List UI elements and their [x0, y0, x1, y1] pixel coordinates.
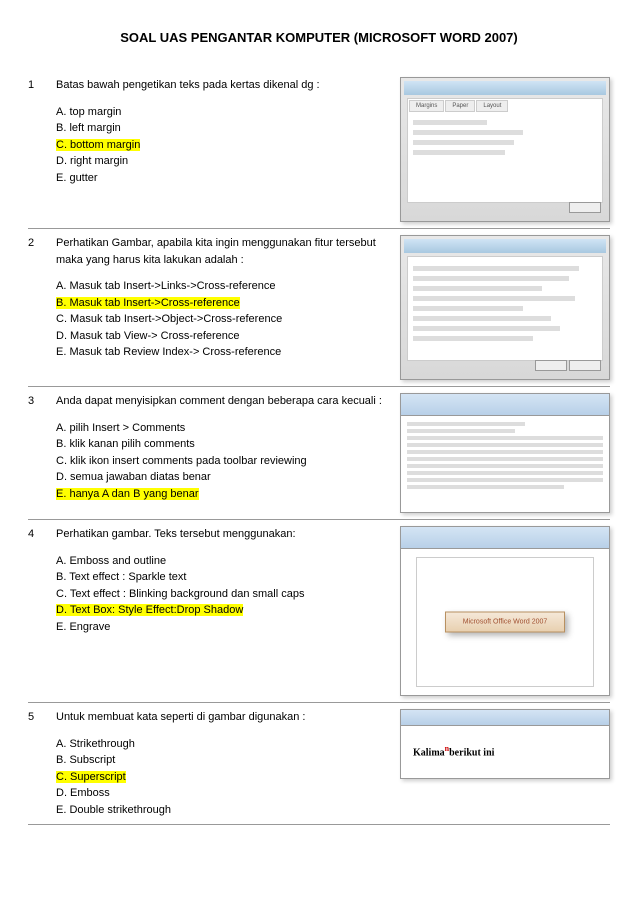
- question-row: 2Perhatikan Gambar, apabila kita ingin m…: [28, 235, 610, 387]
- highlighted-answer: C. Superscript: [56, 771, 126, 783]
- question-text: Perhatikan gambar. Teks tersebut menggun…: [56, 526, 390, 543]
- question-option: B. klik kanan pilih comments: [56, 436, 390, 453]
- question-number: 2: [28, 235, 56, 380]
- question-image: Kalimanberikut ini: [400, 709, 610, 818]
- comments-view-icon: [400, 393, 610, 513]
- question-option: A. top margin: [56, 104, 390, 121]
- question-content: Untuk membuat kata seperti di gambar dig…: [56, 709, 400, 818]
- question-option: A. pilih Insert > Comments: [56, 420, 390, 437]
- question-number: 3: [28, 393, 56, 513]
- question-number: 5: [28, 709, 56, 818]
- question-option: A. Masuk tab Insert->Links->Cross-refere…: [56, 278, 390, 295]
- cross-reference-dialog-icon: [400, 235, 610, 380]
- textbox-content: Microsoft Office Word 2007: [445, 612, 565, 633]
- page-setup-dialog-icon: MarginsPaperLayout: [400, 77, 610, 222]
- question-option: D. Emboss: [56, 785, 390, 802]
- question-option: D. Text Box: Style Effect:Drop Shadow: [56, 602, 390, 619]
- highlighted-answer: D. Text Box: Style Effect:Drop Shadow: [56, 604, 243, 616]
- superscript-example-icon: Kalimanberikut ini: [400, 709, 610, 779]
- question-row: 3Anda dapat menyisipkan comment dengan b…: [28, 393, 610, 520]
- question-number: 4: [28, 526, 56, 696]
- question-option: A. Strikethrough: [56, 736, 390, 753]
- question-option: D. right margin: [56, 153, 390, 170]
- question-option: E. gutter: [56, 170, 390, 187]
- question-image: Microsoft Office Word 2007: [400, 526, 610, 696]
- question-text: Anda dapat menyisipkan comment dengan be…: [56, 393, 390, 410]
- question-option: E. hanya A dan B yang benar: [56, 486, 390, 503]
- highlighted-answer: B. Masuk tab Insert->Cross-reference: [56, 297, 240, 309]
- question-image: [400, 235, 610, 380]
- question-row: 5Untuk membuat kata seperti di gambar di…: [28, 709, 610, 825]
- question-number: 1: [28, 77, 56, 222]
- question-option: B. left margin: [56, 120, 390, 137]
- highlighted-answer: E. hanya A dan B yang benar: [56, 488, 199, 500]
- question-option: C. bottom margin: [56, 137, 390, 154]
- question-text: Untuk membuat kata seperti di gambar dig…: [56, 709, 390, 726]
- superscript-text: Kalimanberikut ini: [401, 726, 609, 776]
- question-row: 1Batas bawah pengetikan teks pada kertas…: [28, 77, 610, 229]
- question-content: Anda dapat menyisipkan comment dengan be…: [56, 393, 400, 513]
- textbox-shadow-icon: Microsoft Office Word 2007: [400, 526, 610, 696]
- question-option: C. Superscript: [56, 769, 390, 786]
- question-option: B. Masuk tab Insert->Cross-reference: [56, 295, 390, 312]
- question-text: Batas bawah pengetikan teks pada kertas …: [56, 77, 390, 94]
- document-title: SOAL UAS PENGANTAR KOMPUTER (MICROSOFT W…: [28, 30, 610, 45]
- question-content: Perhatikan Gambar, apabila kita ingin me…: [56, 235, 400, 380]
- question-option: B. Text effect : Sparkle text: [56, 569, 390, 586]
- question-option: C. klik ikon insert comments pada toolba…: [56, 453, 390, 470]
- question-option: B. Subscript: [56, 752, 390, 769]
- question-option: A. Emboss and outline: [56, 553, 390, 570]
- question-option: D. Masuk tab View-> Cross-reference: [56, 328, 390, 345]
- question-text: Perhatikan Gambar, apabila kita ingin me…: [56, 235, 390, 268]
- highlighted-answer: C. bottom margin: [56, 139, 140, 151]
- question-option: E. Engrave: [56, 619, 390, 636]
- question-image: [400, 393, 610, 513]
- question-content: Perhatikan gambar. Teks tersebut menggun…: [56, 526, 400, 696]
- question-option: C. Masuk tab Insert->Object->Cross-refer…: [56, 311, 390, 328]
- question-content: Batas bawah pengetikan teks pada kertas …: [56, 77, 400, 222]
- question-option: C. Text effect : Blinking background dan…: [56, 586, 390, 603]
- questions-container: 1Batas bawah pengetikan teks pada kertas…: [28, 77, 610, 825]
- question-option: E. Masuk tab Review Index-> Cross-refere…: [56, 344, 390, 361]
- question-option: D. semua jawaban diatas benar: [56, 469, 390, 486]
- question-image: MarginsPaperLayout: [400, 77, 610, 222]
- question-row: 4Perhatikan gambar. Teks tersebut menggu…: [28, 526, 610, 703]
- question-option: E. Double strikethrough: [56, 802, 390, 819]
